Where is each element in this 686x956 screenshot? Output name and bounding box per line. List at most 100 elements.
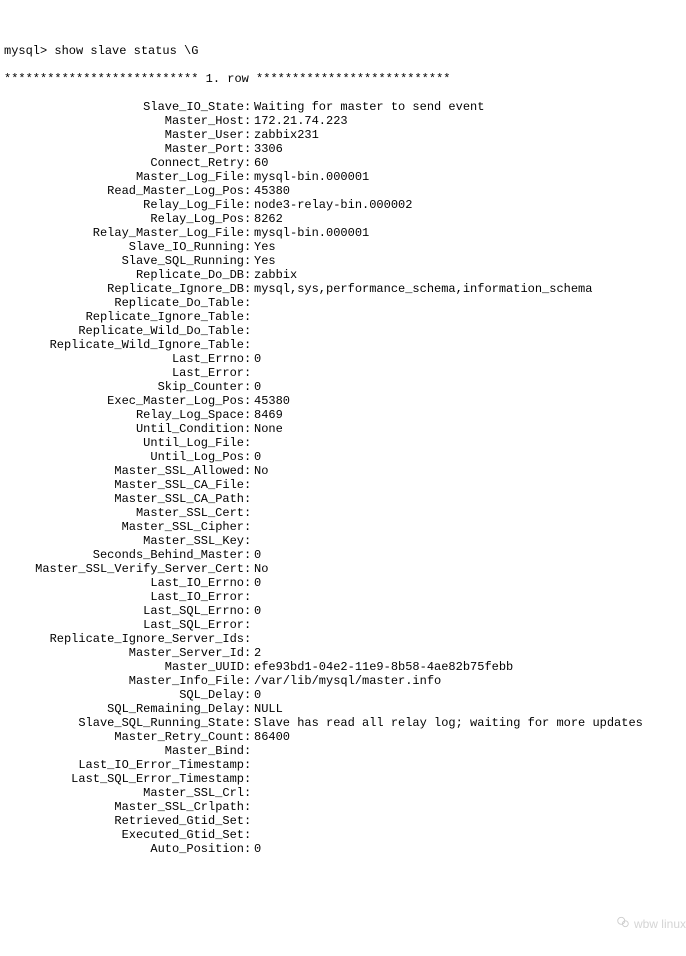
field-value: /var/lib/mysql/master.info xyxy=(254,674,686,688)
field-value: None xyxy=(254,422,686,436)
field-key: Master_SSL_CA_Path xyxy=(4,492,244,506)
fields-container: Slave_IO_State: Waiting for master to se… xyxy=(4,100,686,856)
field-separator: : xyxy=(244,226,254,240)
field-separator: : xyxy=(244,548,254,562)
field-key: Master_Host xyxy=(4,114,244,128)
field-row: Read_Master_Log_Pos: 45380 xyxy=(4,184,686,198)
field-value: 0 xyxy=(254,380,686,394)
field-key: Replicate_Ignore_Server_Ids xyxy=(4,632,244,646)
field-key: SQL_Delay xyxy=(4,688,244,702)
field-separator: : xyxy=(244,212,254,226)
field-key: Slave_SQL_Running_State xyxy=(4,716,244,730)
field-row: Last_SQL_Error: xyxy=(4,618,686,632)
field-row: Last_IO_Error_Timestamp: xyxy=(4,758,686,772)
field-row: Last_SQL_Error_Timestamp: xyxy=(4,772,686,786)
field-separator: : xyxy=(244,450,254,464)
field-key: Last_IO_Error xyxy=(4,590,244,604)
field-key: Relay_Log_File xyxy=(4,198,244,212)
field-row: Master_SSL_CA_Path: xyxy=(4,492,686,506)
field-separator: : xyxy=(244,646,254,660)
field-value: 0 xyxy=(254,548,686,562)
field-value xyxy=(254,506,686,520)
field-separator: : xyxy=(244,758,254,772)
field-key: Master_Info_File xyxy=(4,674,244,688)
field-separator: : xyxy=(244,674,254,688)
field-separator: : xyxy=(244,534,254,548)
field-value xyxy=(254,814,686,828)
field-row: Master_UUID: efe93bd1-04e2-11e9-8b58-4ae… xyxy=(4,660,686,674)
field-key: Executed_Gtid_Set xyxy=(4,828,244,842)
field-key: Seconds_Behind_Master xyxy=(4,548,244,562)
field-separator: : xyxy=(244,478,254,492)
field-value: 8469 xyxy=(254,408,686,422)
field-value xyxy=(254,324,686,338)
field-key: Last_Error xyxy=(4,366,244,380)
field-key: Slave_IO_Running xyxy=(4,240,244,254)
field-key: Connect_Retry xyxy=(4,156,244,170)
field-row: Slave_SQL_Running_State: Slave has read … xyxy=(4,716,686,730)
field-separator: : xyxy=(244,394,254,408)
field-row: Replicate_Wild_Do_Table: xyxy=(4,324,686,338)
field-value: zabbix231 xyxy=(254,128,686,142)
field-key: Replicate_Do_DB xyxy=(4,268,244,282)
field-separator: : xyxy=(244,282,254,296)
field-separator: : xyxy=(244,716,254,730)
field-key: Replicate_Wild_Do_Table xyxy=(4,324,244,338)
field-value xyxy=(254,366,686,380)
field-value xyxy=(254,520,686,534)
field-row: Executed_Gtid_Set: xyxy=(4,828,686,842)
field-value: No xyxy=(254,464,686,478)
field-row: Master_SSL_Cert: xyxy=(4,506,686,520)
wechat-icon xyxy=(603,901,630,946)
field-value xyxy=(254,828,686,842)
field-key: Master_UUID xyxy=(4,660,244,674)
field-key: Slave_SQL_Running xyxy=(4,254,244,268)
field-row: Connect_Retry: 60 xyxy=(4,156,686,170)
field-row: Slave_IO_State: Waiting for master to se… xyxy=(4,100,686,114)
field-separator: : xyxy=(244,310,254,324)
field-key: Until_Condition xyxy=(4,422,244,436)
field-value xyxy=(254,310,686,324)
field-key: Master_User xyxy=(4,128,244,142)
field-key: Relay_Log_Space xyxy=(4,408,244,422)
field-value: 172.21.74.223 xyxy=(254,114,686,128)
field-separator: : xyxy=(244,772,254,786)
prompt-text: mysql> show slave status \G xyxy=(4,44,198,58)
field-value xyxy=(254,478,686,492)
field-value: 45380 xyxy=(254,184,686,198)
field-row: Last_SQL_Errno: 0 xyxy=(4,604,686,618)
field-value: Slave has read all relay log; waiting fo… xyxy=(254,716,686,730)
field-value: 3306 xyxy=(254,142,686,156)
field-separator: : xyxy=(244,506,254,520)
field-value xyxy=(254,338,686,352)
field-value xyxy=(254,632,686,646)
field-row: Master_Retry_Count: 86400 xyxy=(4,730,686,744)
field-separator: : xyxy=(244,408,254,422)
field-value: 45380 xyxy=(254,394,686,408)
field-value xyxy=(254,772,686,786)
field-row: Master_SSL_CA_File: xyxy=(4,478,686,492)
field-separator: : xyxy=(244,688,254,702)
field-key: Master_Port xyxy=(4,142,244,156)
field-row: Master_SSL_Verify_Server_Cert: No xyxy=(4,562,686,576)
field-key: Master_Retry_Count xyxy=(4,730,244,744)
field-separator: : xyxy=(244,352,254,366)
field-key: Read_Master_Log_Pos xyxy=(4,184,244,198)
field-value: 86400 xyxy=(254,730,686,744)
field-row: Last_Errno: 0 xyxy=(4,352,686,366)
field-separator: : xyxy=(244,464,254,478)
field-separator: : xyxy=(244,142,254,156)
field-separator: : xyxy=(244,156,254,170)
field-separator: : xyxy=(244,632,254,646)
field-value xyxy=(254,800,686,814)
field-row: SQL_Remaining_Delay: NULL xyxy=(4,702,686,716)
field-separator: : xyxy=(244,436,254,450)
field-key: Master_SSL_CA_File xyxy=(4,478,244,492)
field-value: No xyxy=(254,562,686,576)
field-key: Last_Errno xyxy=(4,352,244,366)
field-value: mysql,sys,performance_schema,information… xyxy=(254,282,686,296)
field-key: Last_IO_Errno xyxy=(4,576,244,590)
field-value: 2 xyxy=(254,646,686,660)
field-value: mysql-bin.000001 xyxy=(254,170,686,184)
field-separator: : xyxy=(244,828,254,842)
